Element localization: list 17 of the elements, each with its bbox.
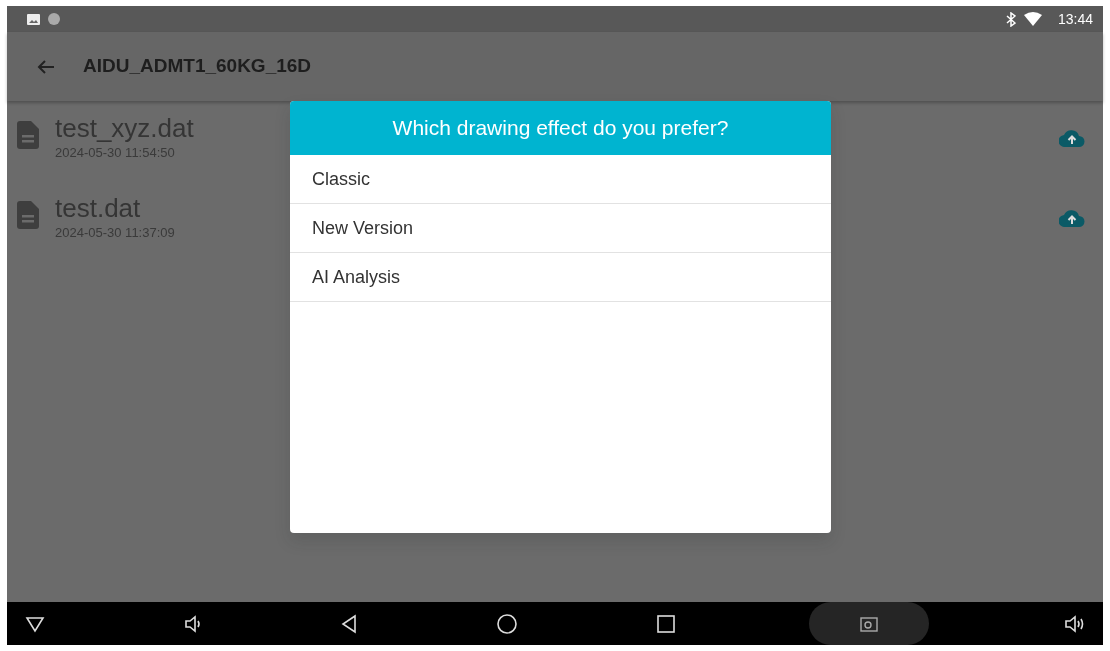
document-icon: [17, 201, 39, 229]
dialog-option[interactable]: AI Analysis: [290, 253, 831, 302]
dialog-option[interactable]: Classic: [290, 155, 831, 204]
document-icon: [17, 121, 39, 149]
circle-icon: [48, 13, 60, 25]
image-icon: [27, 13, 40, 25]
cloud-upload-icon[interactable]: [1059, 129, 1085, 147]
screenshot-button[interactable]: [809, 602, 930, 645]
dialog-option[interactable]: New Version: [290, 204, 831, 253]
clock-time: 13:44: [1057, 9, 1093, 29]
bluetooth-icon: [1005, 11, 1016, 27]
dialog-title: Which drawing effect do you prefer?: [290, 101, 831, 155]
cloud-upload-icon[interactable]: [1059, 209, 1085, 227]
wifi-icon: [1023, 12, 1042, 26]
screen-title: AIDU_ADMT1_60KG_16D: [83, 54, 312, 79]
back-arrow-icon[interactable]: [37, 58, 55, 75]
camera-icon: [860, 615, 879, 632]
